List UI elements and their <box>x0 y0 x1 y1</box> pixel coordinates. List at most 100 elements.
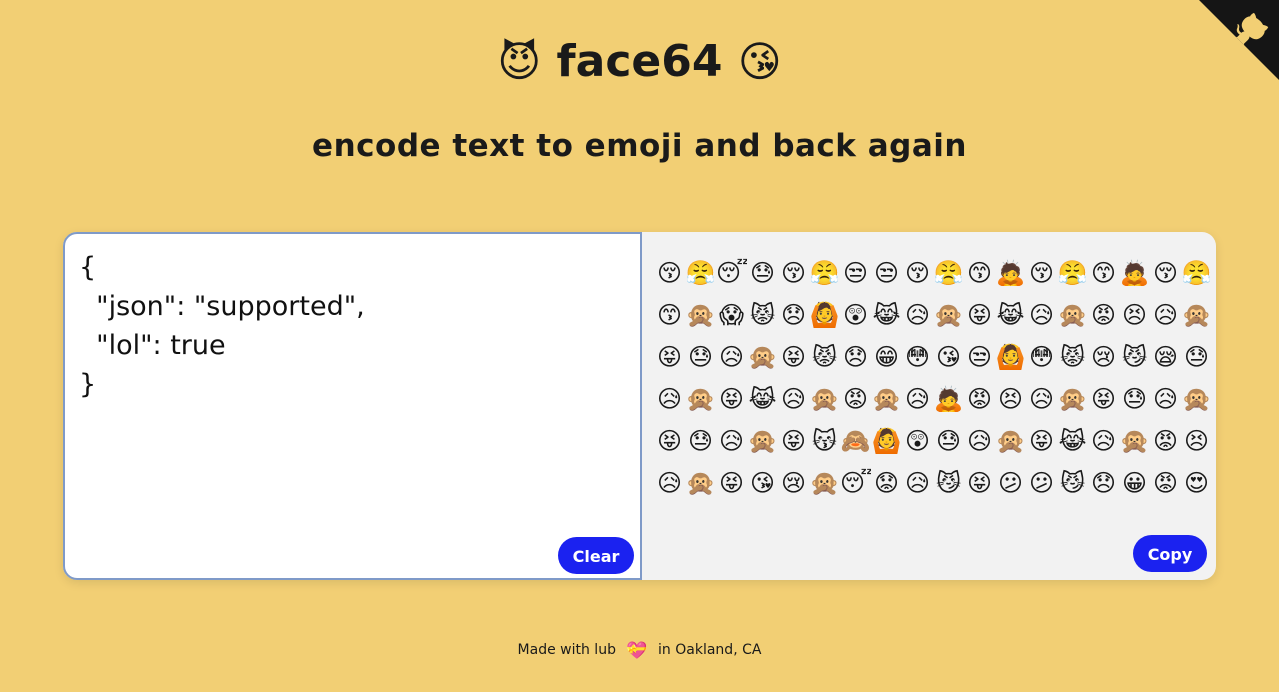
output-emoji: 😢 <box>780 469 807 497</box>
output-emoji: 😢 <box>1090 343 1117 371</box>
output-emoji: 😝 <box>966 301 993 329</box>
output-emoji: 😞 <box>780 301 807 329</box>
output-emoji: 😍 <box>1183 469 1210 497</box>
output-emoji: 😤 <box>1057 259 1088 287</box>
output-emoji: 😙 <box>1090 259 1117 287</box>
output-emoji: 😡 <box>966 385 993 413</box>
output-emoji: 😚 <box>1028 259 1055 287</box>
smiling-devil-icon: 😈 <box>497 37 542 86</box>
output-emoji: 😴 <box>716 259 747 287</box>
output-emoji: 🙆 <box>809 301 840 329</box>
output-emoji: 😥 <box>656 469 683 497</box>
output-emoji: 😓 <box>749 259 776 287</box>
output-emoji: 😲 <box>904 427 931 455</box>
output-emoji: 😚 <box>656 259 683 287</box>
output-emoji: 🙊 <box>1119 427 1150 455</box>
output-emoji: 😒 <box>873 259 900 287</box>
output-emoji: 😹 <box>872 301 901 329</box>
output-emoji: 😣 <box>1121 301 1148 329</box>
output-emoji: 😚 <box>780 259 807 287</box>
output-emoji: 🙊 <box>685 301 716 329</box>
output-emoji: 🙊 <box>1181 301 1212 329</box>
output-emoji: 😓 <box>935 427 962 455</box>
text-input[interactable]: { "json": "supported", "lol": true } <box>79 248 619 528</box>
output-emoji: 🙇 <box>933 385 964 413</box>
output-emoji: 😕 <box>1028 469 1055 497</box>
output-emoji: 😡 <box>1152 427 1179 455</box>
output-emoji: 🙆 <box>871 427 902 455</box>
emoji-output[interactable]: 😚 😤 😴 😓 😚 😤 😒 😒 😚 😤 😙 🙇 😚 😤 😙 🙇 😚 😤 😙 🙊 😱 😾 😞 🙆 😲 😹 😥 🙊 😝 😹 😥 🙊 😡 😣 😥 🙊 😝 😓 😥 🙊… <box>654 252 1214 504</box>
output-emoji: 😀 <box>1121 469 1148 497</box>
output-emoji: 😲 <box>842 301 869 329</box>
output-emoji: 🙊 <box>1181 385 1212 413</box>
output-emoji: 😝 <box>1090 385 1117 413</box>
output-emoji: 😕 <box>997 469 1024 497</box>
output-emoji: 🙊 <box>933 301 964 329</box>
clear-button[interactable]: Clear <box>558 537 634 574</box>
output-emoji: 🙇 <box>995 259 1026 287</box>
output-emoji: 😡 <box>1152 469 1179 497</box>
output-emoji: 🙊 <box>809 385 840 413</box>
output-emoji: 😝 <box>780 343 807 371</box>
output-emoji: 😾 <box>811 343 838 371</box>
output-emoji: 😝 <box>1028 427 1055 455</box>
output-emoji: 🙈 <box>840 427 871 455</box>
output-emoji: 😥 <box>1152 385 1179 413</box>
output-emoji: 😒 <box>842 259 869 287</box>
page-title: 😈 face64 😘 <box>0 32 1279 92</box>
output-emoji: 😤 <box>809 259 840 287</box>
output-emoji: 😟 <box>873 469 900 497</box>
output-emoji: 😴 <box>840 469 871 497</box>
footer-location: in Oakland, CA <box>658 642 762 658</box>
page-subtitle: encode text to emoji and back again <box>312 128 967 164</box>
heart-with-ribbon-icon: 💝 <box>626 641 648 661</box>
output-emoji: 😣 <box>1183 427 1210 455</box>
output-emoji: 😙 <box>656 301 683 329</box>
output-emoji: 😣 <box>997 385 1024 413</box>
output-emoji: 😳 <box>904 343 931 371</box>
output-emoji: 😥 <box>1028 301 1055 329</box>
converter-panel: { "json": "supported", "lol": true } Cle… <box>63 232 1216 580</box>
output-emoji: 😒 <box>966 343 993 371</box>
output-emoji: 😾 <box>1059 343 1086 371</box>
output-emoji: 😤 <box>933 259 964 287</box>
output-emoji: 😝 <box>966 469 993 497</box>
app-name: face64 <box>556 36 723 87</box>
output-emoji: 😘 <box>749 469 776 497</box>
output-emoji: 😥 <box>780 385 807 413</box>
output-emoji: 😹 <box>996 301 1025 329</box>
output-emoji: 🙊 <box>809 469 840 497</box>
output-emoji: 😽 <box>811 427 838 455</box>
output-emoji: 😥 <box>656 385 683 413</box>
output-emoji: 😥 <box>1028 385 1055 413</box>
footer-made-with: Made with lub <box>517 642 616 658</box>
output-emoji: 😼 <box>1121 343 1148 371</box>
emoji-output-pane: 😚 😤 😴 😓 😚 😤 😒 😒 😚 😤 😙 🙇 😚 😤 😙 🙇 😚 😤 😙 🙊 😱 😾 😞 🙆 😲 😹 😥 🙊 😝 😹 😥 🙊 😡 😣 😥 🙊 😝 😓 😥 🙊… <box>642 232 1216 580</box>
output-emoji: 😓 <box>1121 385 1148 413</box>
output-emoji: 😞 <box>1090 469 1117 497</box>
output-emoji: 😤 <box>1181 259 1212 287</box>
output-emoji: 😥 <box>718 427 745 455</box>
output-emoji: 😼 <box>1059 469 1086 497</box>
output-emoji: 🙊 <box>685 385 716 413</box>
output-emoji: 😚 <box>1152 259 1179 287</box>
output-emoji: 😡 <box>1090 301 1117 329</box>
footer: Made with lub 💝 in Oakland, CA <box>0 638 1279 663</box>
output-emoji: 😥 <box>904 469 931 497</box>
output-emoji: 😝 <box>718 469 745 497</box>
output-emoji: 😡 <box>842 385 869 413</box>
output-emoji: 😤 <box>685 259 716 287</box>
output-emoji: 🙇 <box>1119 259 1150 287</box>
copy-button[interactable]: Copy <box>1133 535 1207 572</box>
output-emoji: 😥 <box>904 301 931 329</box>
output-emoji: 😝 <box>780 427 807 455</box>
text-input-pane: { "json": "supported", "lol": true } Cle… <box>63 232 642 580</box>
output-emoji: 😹 <box>1058 427 1087 455</box>
output-emoji: 🙊 <box>685 469 716 497</box>
face-blowing-kiss-icon: 😘 <box>737 37 782 86</box>
output-emoji: 🙊 <box>871 385 902 413</box>
output-emoji: 🙊 <box>1057 385 1088 413</box>
output-emoji: 🙊 <box>747 427 778 455</box>
output-emoji: 🙊 <box>995 427 1026 455</box>
output-emoji: 😝 <box>656 427 683 455</box>
